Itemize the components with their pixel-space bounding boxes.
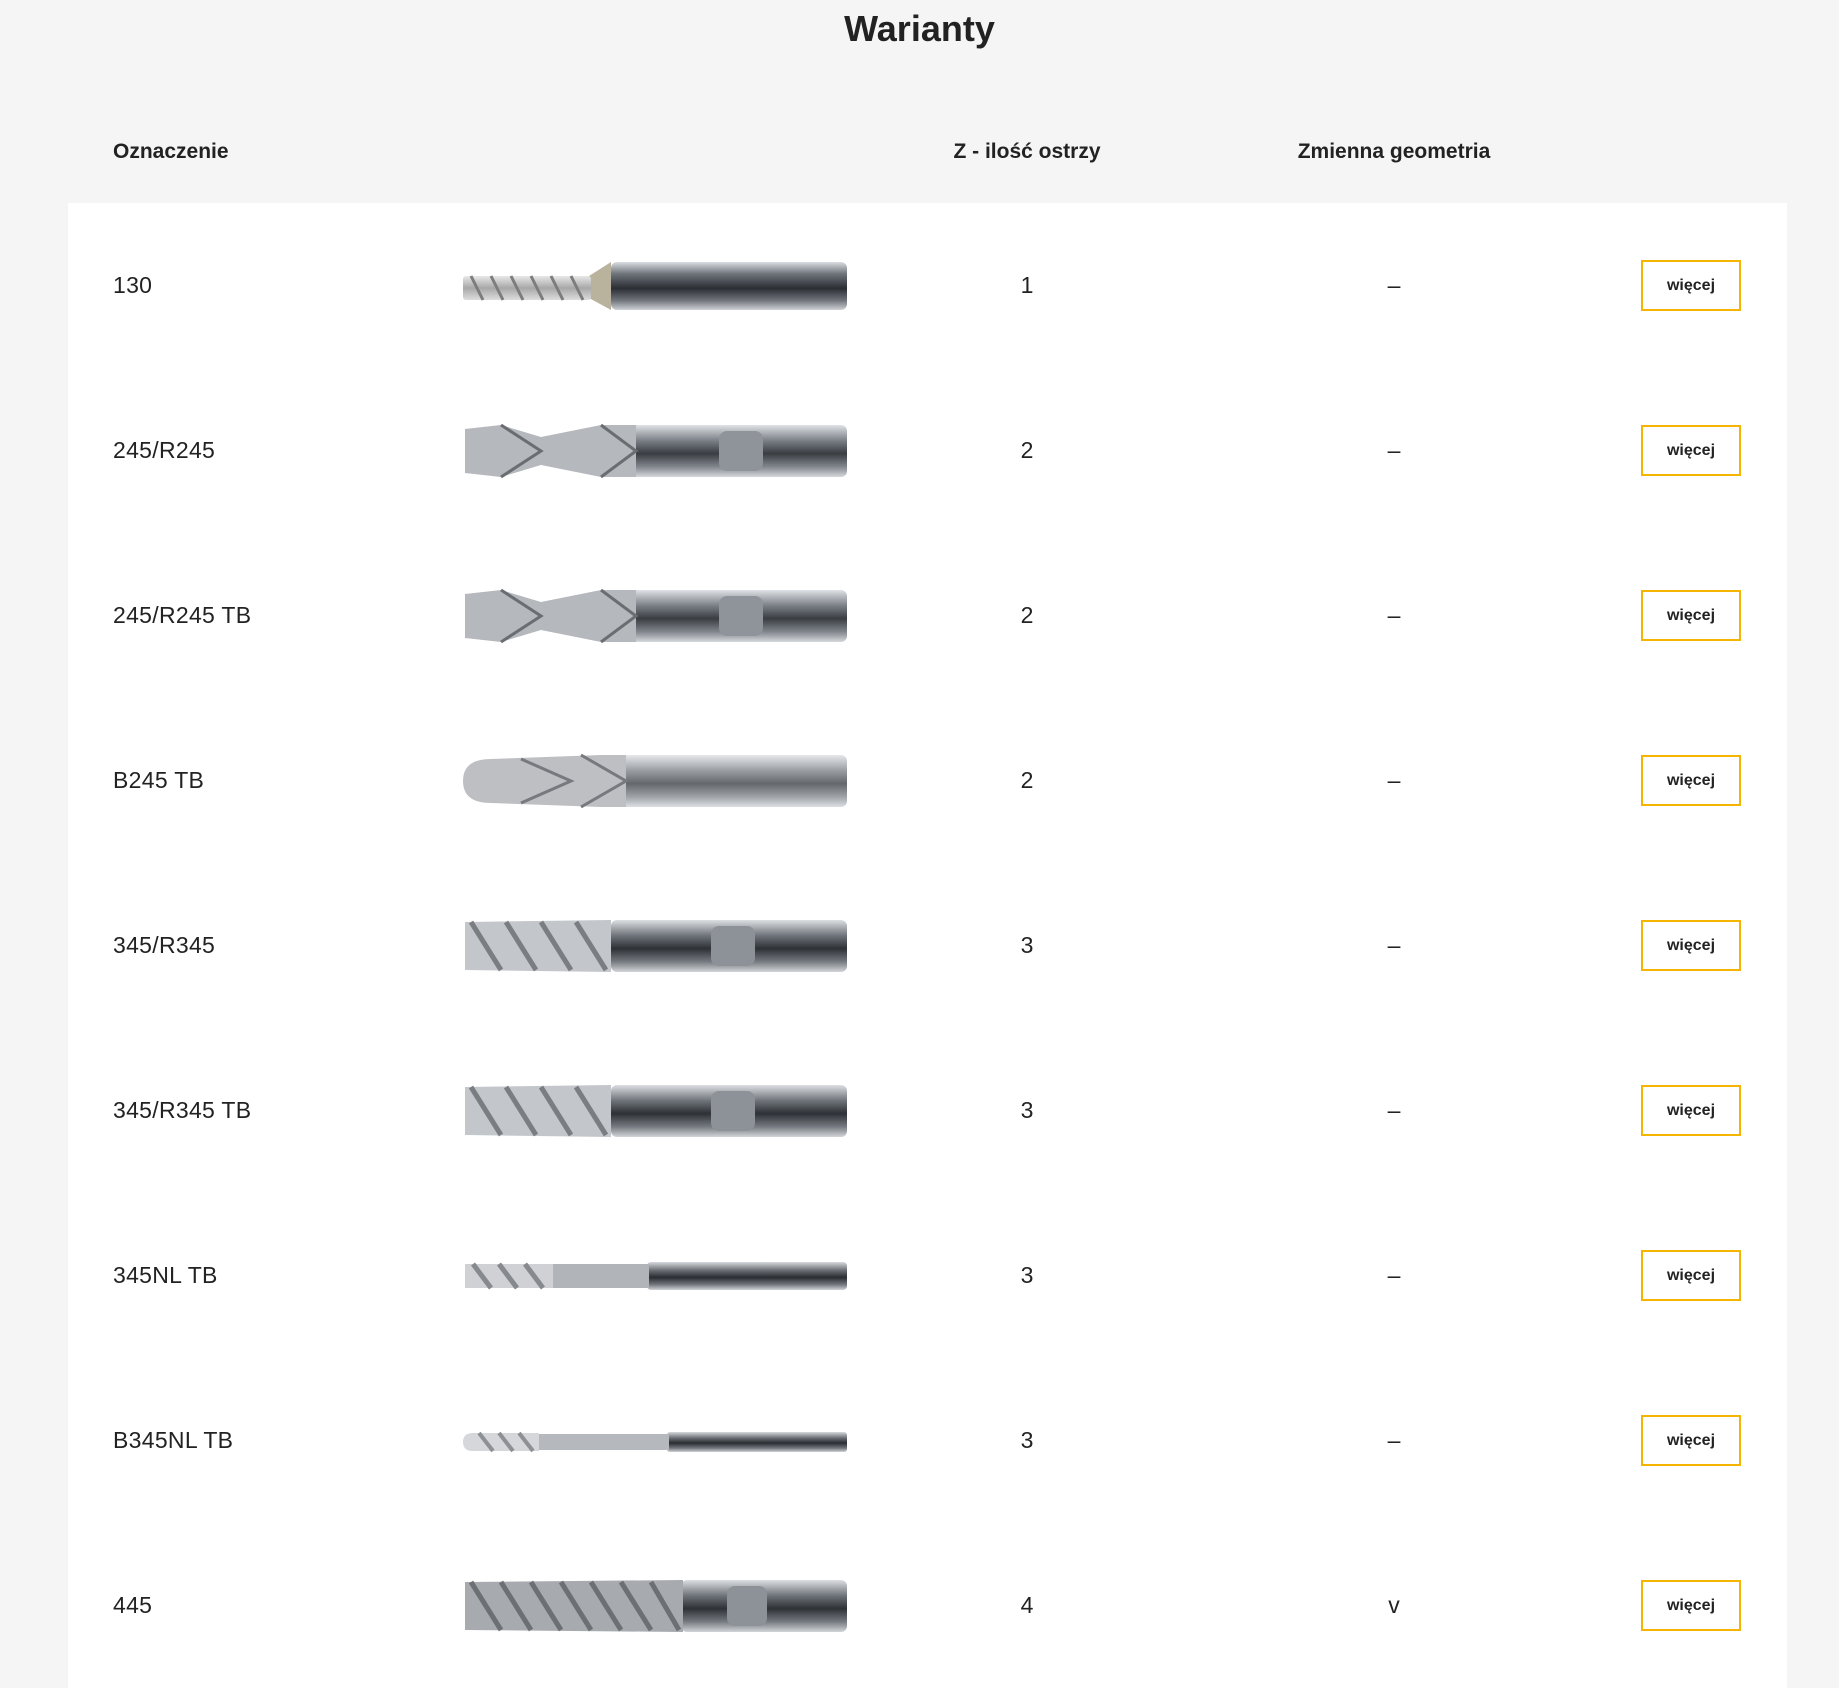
table-row: 130 1 – więcej xyxy=(68,203,1787,368)
table-row: 345NL TB 3 – więcej xyxy=(68,1193,1787,1358)
more-button[interactable]: więcej xyxy=(1641,1415,1741,1466)
variant-name: 130 xyxy=(113,272,153,298)
variable-geometry: – xyxy=(1387,1427,1401,1453)
table-row: 345/R345 3 – więcej xyxy=(68,863,1787,1028)
flute-count: 3 xyxy=(1020,1097,1034,1123)
variable-geometry: – xyxy=(1387,932,1401,958)
table-header: Oznaczenie Z - ilość ostrzy Zmienna geom… xyxy=(0,134,1839,170)
variable-geometry: v xyxy=(1388,1592,1400,1618)
variant-name: 345/R345 xyxy=(113,932,216,958)
header-flute-count: Z - ilość ostrzy xyxy=(953,140,1101,163)
variant-name: 245/R245 TB xyxy=(113,602,252,628)
ball-end-mill-2-flute-icon xyxy=(461,698,851,863)
end-mill-2-flute-weldon-icon xyxy=(461,533,851,698)
more-button[interactable]: więcej xyxy=(1641,755,1741,806)
flute-count: 2 xyxy=(1020,602,1034,628)
table-row: 345/R345 TB 3 – więcej xyxy=(68,1028,1787,1193)
end-mill-3-flute-weldon-icon xyxy=(461,863,851,1028)
variable-geometry: – xyxy=(1387,437,1401,463)
variant-name: B245 TB xyxy=(113,767,205,793)
table-row: 245/R245 2 – więcej xyxy=(68,368,1787,533)
variant-name: 245/R245 xyxy=(113,437,216,463)
more-button[interactable]: więcej xyxy=(1641,1580,1741,1631)
variable-geometry: – xyxy=(1387,602,1401,628)
variable-geometry: – xyxy=(1387,1097,1401,1123)
end-mill-1-flute-icon xyxy=(461,203,851,368)
variants-table: 130 1 – więcej 245/R245 2 – więcej 245/R… xyxy=(68,203,1787,1688)
header-variable-geometry: Zmienna geometria xyxy=(1297,140,1491,163)
flute-count: 2 xyxy=(1020,767,1034,793)
page-title: Warianty xyxy=(844,8,995,49)
variant-name: 445 xyxy=(113,1592,153,1618)
more-button[interactable]: więcej xyxy=(1641,920,1741,971)
variable-geometry: – xyxy=(1387,1262,1401,1288)
variant-name: 345NL TB xyxy=(113,1262,218,1288)
table-row: B345NL TB 3 – więcej xyxy=(68,1358,1787,1523)
end-mill-3-flute-long-neck-icon xyxy=(461,1193,851,1358)
ball-end-mill-3-flute-long-neck-icon xyxy=(461,1358,851,1523)
more-button[interactable]: więcej xyxy=(1641,590,1741,641)
table-row: 245/R245 TB 2 – więcej xyxy=(68,533,1787,698)
more-button[interactable]: więcej xyxy=(1641,260,1741,311)
more-button[interactable]: więcej xyxy=(1641,1085,1741,1136)
variable-geometry: – xyxy=(1387,272,1401,298)
end-mill-3-flute-weldon-icon xyxy=(461,1028,851,1193)
table-row: 445 4 v więcej xyxy=(68,1523,1787,1688)
flute-count: 2 xyxy=(1020,437,1034,463)
variable-geometry: – xyxy=(1387,767,1401,793)
flute-count: 3 xyxy=(1020,1262,1034,1288)
end-mill-2-flute-weldon-icon xyxy=(461,368,851,533)
end-mill-4-flute-weldon-icon xyxy=(461,1523,851,1688)
variant-name: B345NL TB xyxy=(113,1427,234,1453)
flute-count: 3 xyxy=(1020,932,1034,958)
flute-count: 3 xyxy=(1020,1427,1034,1453)
more-button[interactable]: więcej xyxy=(1641,1250,1741,1301)
table-row: B245 TB 2 – więcej xyxy=(68,698,1787,863)
variant-name: 345/R345 TB xyxy=(113,1097,252,1123)
more-button[interactable]: więcej xyxy=(1641,425,1741,476)
flute-count: 4 xyxy=(1020,1592,1034,1618)
header-oznaczenie: Oznaczenie xyxy=(113,140,229,163)
flute-count: 1 xyxy=(1020,272,1034,298)
